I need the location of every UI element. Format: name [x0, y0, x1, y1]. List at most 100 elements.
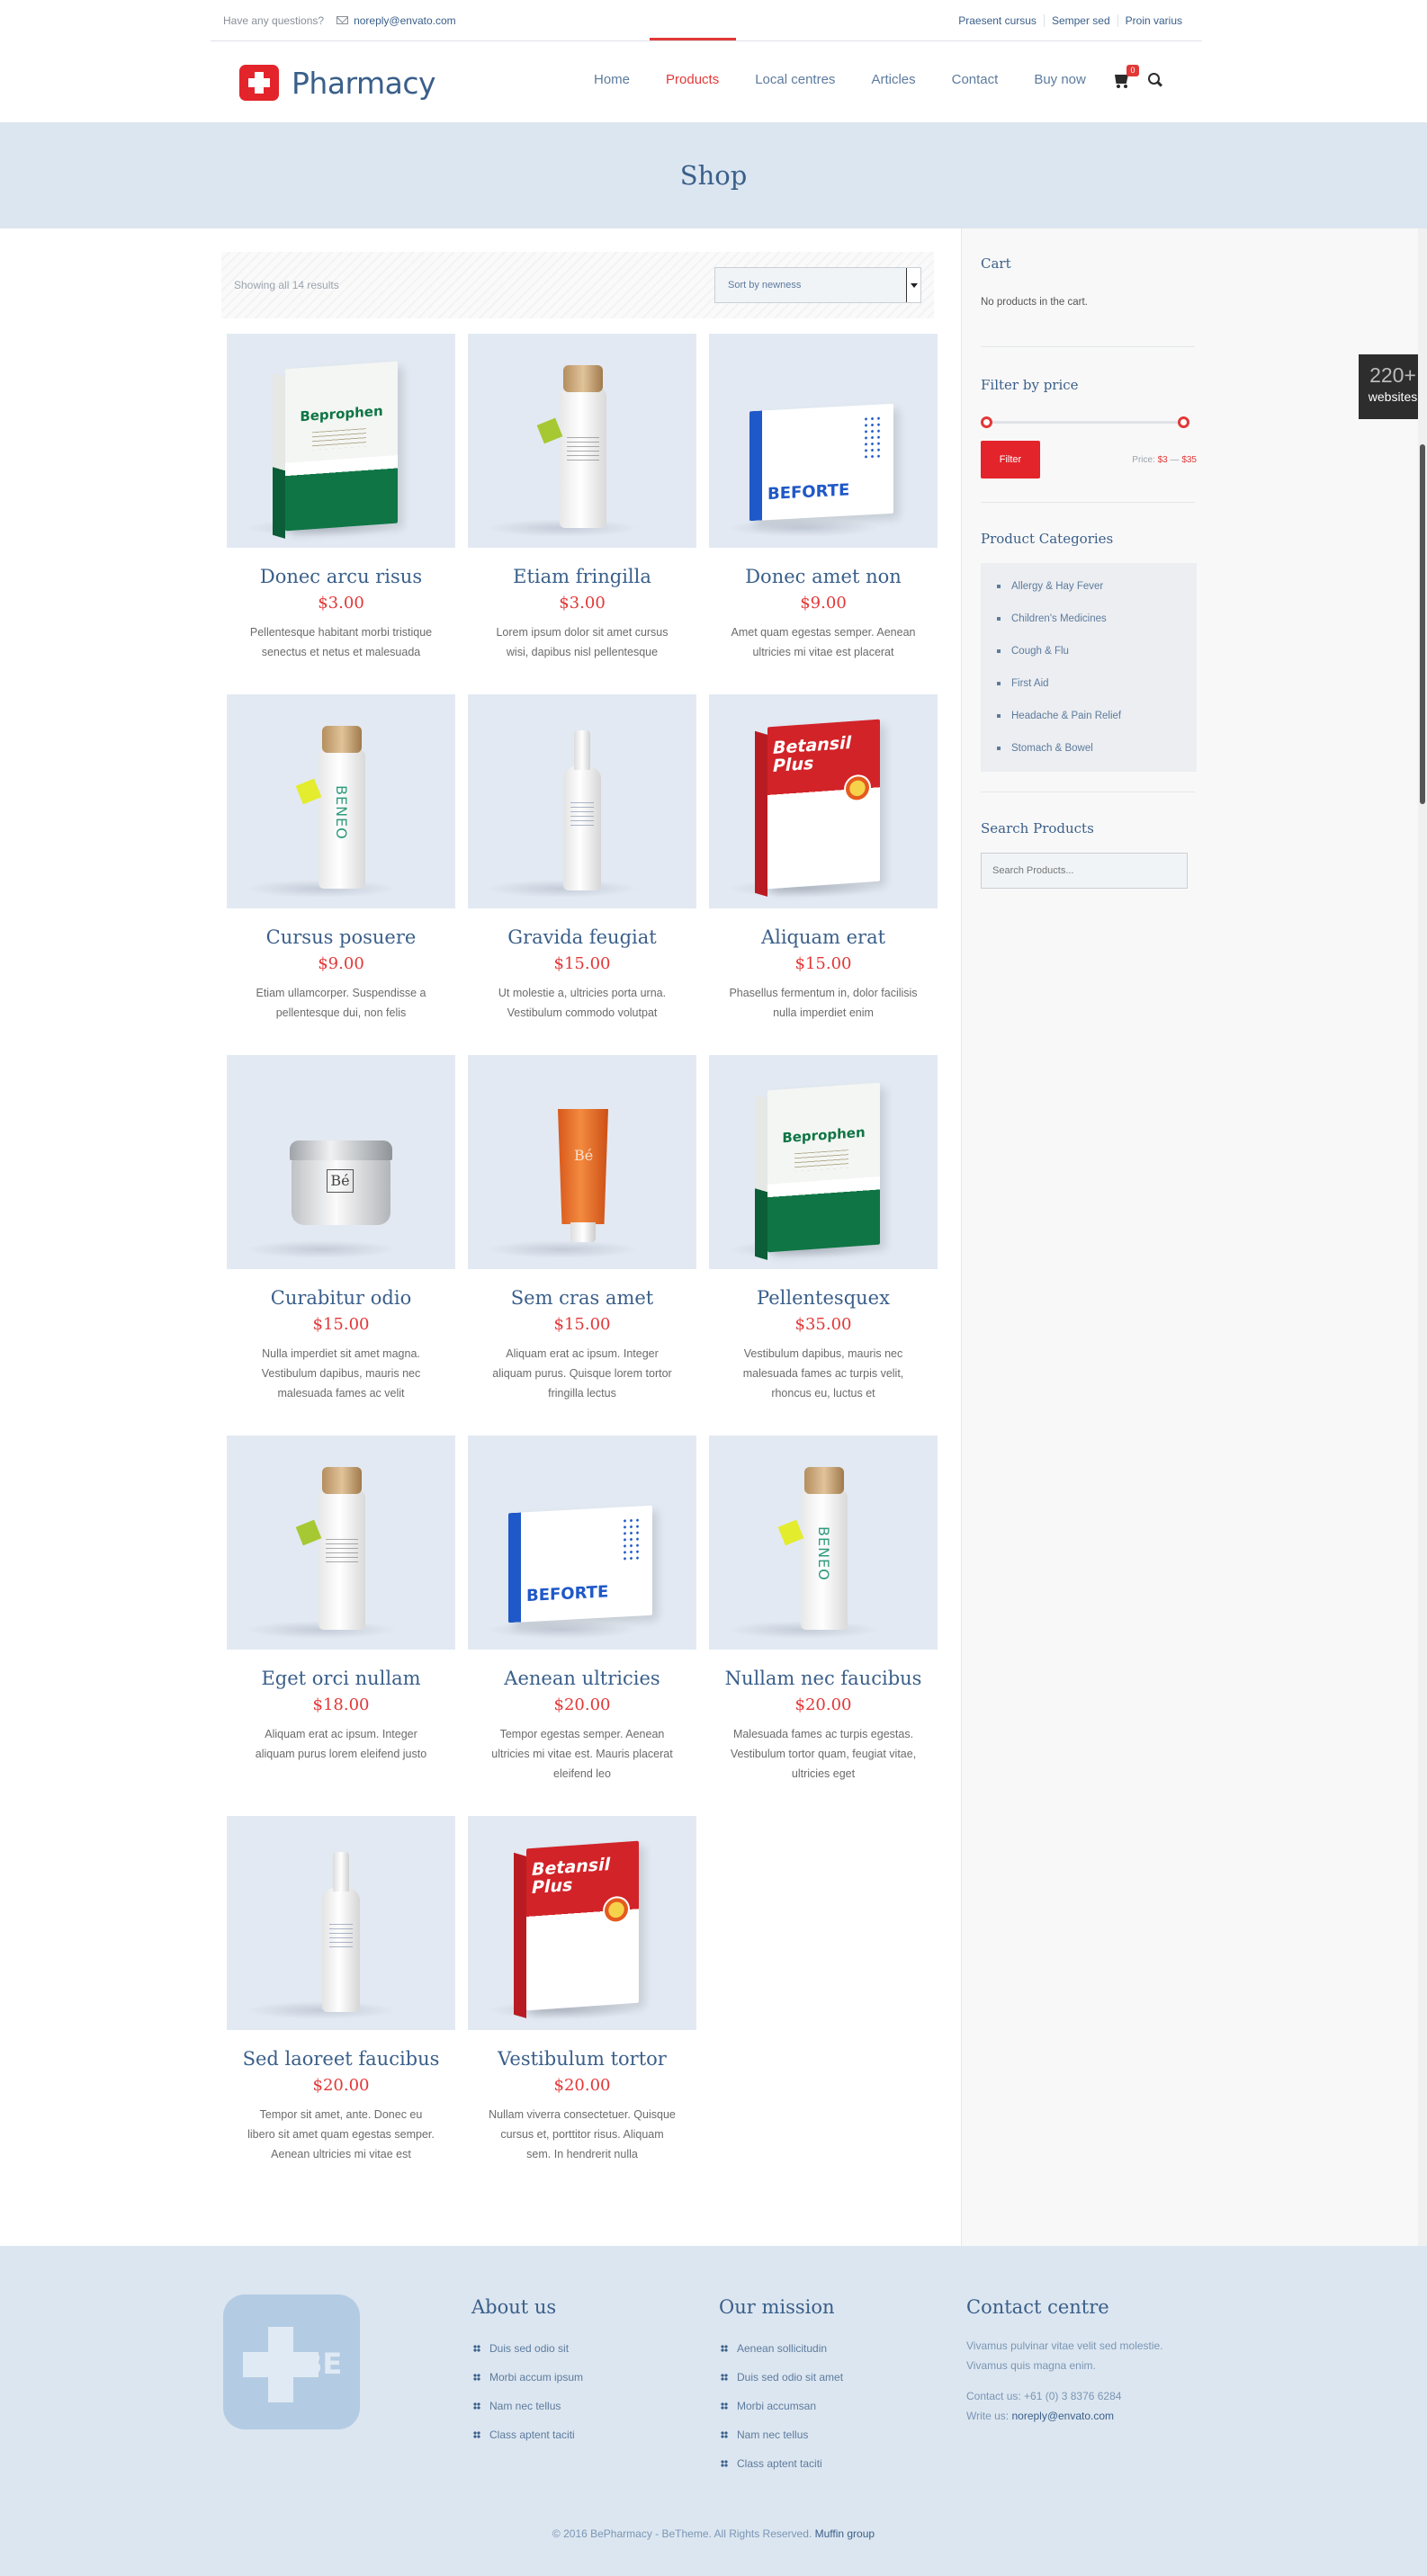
nav-contact[interactable]: Contact	[934, 72, 1017, 87]
site-footer: BE About us Duis sed odio sit Morbi accu…	[0, 2246, 1427, 2576]
product-name[interactable]: Pellentesquex	[709, 1286, 938, 1310]
nav-articles[interactable]: Articles	[853, 72, 933, 87]
product-card[interactable]: Bé Sem cras amet $15.00 Aliquam erat ac ips…	[468, 1055, 696, 1403]
nav-products[interactable]: Products	[648, 72, 737, 87]
product-card[interactable]: Etiam fringilla $3.00 Lorem ipsum dolor si…	[468, 334, 696, 662]
product-image[interactable]: BEFORTE	[468, 1436, 696, 1650]
price-max: $35	[1181, 454, 1197, 465]
search-products-input[interactable]	[981, 853, 1188, 889]
product-image[interactable]	[227, 1816, 455, 2030]
product-name[interactable]: Curabitur odio	[227, 1286, 455, 1310]
pharmacy-cross-icon	[239, 65, 279, 101]
top-link-proin[interactable]: Proin varius	[1117, 13, 1189, 27]
product-card[interactable]: BENEO Cursus posuere $9.00 Etiam ullamcorpe…	[227, 694, 455, 1023]
beforte-box-image: BEFORTE	[508, 1505, 652, 1623]
product-image[interactable]: Betansil Plus	[709, 694, 938, 908]
product-name[interactable]: Sem cras amet	[468, 1286, 696, 1310]
product-image[interactable]	[468, 694, 696, 908]
product-image[interactable]	[227, 1436, 455, 1650]
top-link-semper[interactable]: Semper sed	[1043, 13, 1117, 27]
credit-link[interactable]: Muffin group	[815, 2527, 875, 2540]
product-card[interactable]: Bé Curabitur odio $15.00 Nulla imperdiet si…	[227, 1055, 455, 1403]
product-card[interactable]: Betansil Plus Aliquam erat $15.00 Phasellus…	[709, 694, 938, 1023]
footer-contact-text: Vivamus pulvinar vitae velit sed molesti…	[966, 2339, 1163, 2372]
price-slider-min-handle[interactable]	[981, 416, 992, 428]
product-image[interactable]	[468, 334, 696, 548]
websites-badge[interactable]: 220+ websites	[1359, 354, 1427, 419]
top-links: Praesent cursus Semper sed Proin varius	[951, 13, 1202, 27]
product-card[interactable]: Beprophen Pellentesquex $35.00 Vestibulum d…	[709, 1055, 938, 1403]
cart-icon[interactable]: 0	[1112, 65, 1139, 88]
question-text: Have any questions?	[223, 13, 325, 27]
search-icon[interactable]	[1148, 73, 1162, 87]
sort-select[interactable]: Sort by newness	[714, 267, 921, 303]
nav-local-centres[interactable]: Local centres	[737, 72, 853, 87]
scrollbar[interactable]	[1418, 228, 1427, 2246]
filter-button[interactable]: Filter	[981, 441, 1040, 479]
header-icons: 0	[1112, 65, 1162, 88]
product-name[interactable]: Nullam nec faucibus	[709, 1667, 938, 1690]
price-min: $3	[1157, 454, 1168, 465]
footer-about-link[interactable]: Morbi accum ipsum	[471, 2363, 583, 2392]
product-name[interactable]: Eget orci nullam	[227, 1667, 455, 1690]
product-image[interactable]: Betansil Plus	[468, 1816, 696, 2030]
product-card[interactable]: Eget orci nullam $18.00 Aliquam erat ac ip…	[227, 1436, 455, 1764]
product-image[interactable]: Beprophen	[227, 334, 455, 548]
price-slider-max-handle[interactable]	[1178, 416, 1189, 428]
top-email[interactable]: noreply@envato.com	[337, 14, 456, 27]
copyright-text: © 2016 BePharmacy - BeTheme. All Rights …	[552, 2527, 812, 2540]
categories-widget: Product Categories Allergy & Hay Fever C…	[981, 531, 1197, 772]
product-name[interactable]: Etiam fringilla	[468, 565, 696, 588]
nav-buy-now[interactable]: Buy now	[1016, 72, 1104, 87]
category-item[interactable]: Allergy & Hay Fever	[993, 570, 1184, 603]
footer-email-link[interactable]: noreply@envato.com	[1011, 2410, 1114, 2422]
product-name[interactable]: Aenean ultricies	[468, 1667, 696, 1690]
product-name[interactable]: Cursus posuere	[227, 926, 455, 949]
footer-mission-title: Our mission	[719, 2296, 835, 2318]
logo[interactable]: Pharmacy	[239, 65, 436, 101]
product-card[interactable]: BENEO Nullam nec faucibus $20.00 Malesuada …	[709, 1436, 938, 1784]
product-image[interactable]: BENEO	[709, 1436, 938, 1650]
product-card[interactable]: Beprophen Donec arcu risus $3.00 Pellentesq…	[227, 334, 455, 662]
product-card[interactable]: Betansil Plus Vestibulum tortor $20.00 Null…	[468, 1816, 696, 2164]
category-item[interactable]: Headache & Pain Relief	[993, 700, 1184, 732]
footer-mission-link[interactable]: Morbi accumsan	[719, 2392, 843, 2420]
categories-title: Product Categories	[981, 531, 1114, 547]
footer-about-link[interactable]: Nam nec tellus	[471, 2392, 583, 2420]
scrollbar-thumb[interactable]	[1420, 444, 1425, 804]
product-price: $15.00	[553, 1315, 611, 1334]
nav-home[interactable]: Home	[576, 72, 648, 87]
price-slider[interactable]	[981, 416, 1189, 428]
category-item[interactable]: First Aid	[993, 667, 1184, 700]
product-name[interactable]: Donec arcu risus	[227, 565, 455, 588]
email-link[interactable]: noreply@envato.com	[354, 14, 456, 27]
product-card[interactable]: Gravida feugiat $15.00 Ut molestie a, ultr…	[468, 694, 696, 1023]
box-brand: BEFORTE	[526, 1582, 609, 1606]
category-item[interactable]: Stomach & Bowel	[993, 732, 1184, 765]
product-card[interactable]: BEFORTE Aenean ultricies $20.00 Tempor eges…	[468, 1436, 696, 1784]
footer-about-link[interactable]: Class aptent taciti	[471, 2420, 583, 2449]
product-name[interactable]: Aliquam erat	[709, 926, 938, 949]
product-name[interactable]: Gravida feugiat	[468, 926, 696, 949]
product-image[interactable]: BEFORTE	[709, 334, 938, 548]
chevron-down-icon[interactable]	[906, 268, 920, 302]
product-image[interactable]: Bé	[468, 1055, 696, 1269]
top-link-praesent[interactable]: Praesent cursus	[951, 14, 1044, 27]
product-card[interactable]: Sed laoreet faucibus $20.00 Tempor sit ame…	[227, 1816, 455, 2164]
footer-mission-link[interactable]: Class aptent taciti	[719, 2449, 843, 2478]
active-nav-indicator	[650, 38, 736, 40]
footer-mission-link[interactable]: Duis sed odio sit amet	[719, 2363, 843, 2392]
product-image[interactable]: BENEO	[227, 694, 455, 908]
product-name[interactable]: Vestibulum tortor	[468, 2047, 696, 2071]
footer-about-link[interactable]: Duis sed odio sit	[471, 2334, 583, 2363]
product-card[interactable]: BEFORTE Donec amet non $9.00 Amet quam eges…	[709, 334, 938, 662]
footer-mission-link[interactable]: Nam nec tellus	[719, 2420, 843, 2449]
cart-widget: Cart No products in the cart.	[981, 255, 1197, 308]
product-image[interactable]: Bé	[227, 1055, 455, 1269]
product-name[interactable]: Donec amet non	[709, 565, 938, 588]
product-image[interactable]: Beprophen	[709, 1055, 938, 1269]
category-item[interactable]: Children's Medicines	[993, 603, 1184, 635]
footer-mission-link[interactable]: Aenean sollicitudin	[719, 2334, 843, 2363]
product-name[interactable]: Sed laoreet faucibus	[227, 2047, 455, 2071]
category-item[interactable]: Cough & Flu	[993, 635, 1184, 667]
